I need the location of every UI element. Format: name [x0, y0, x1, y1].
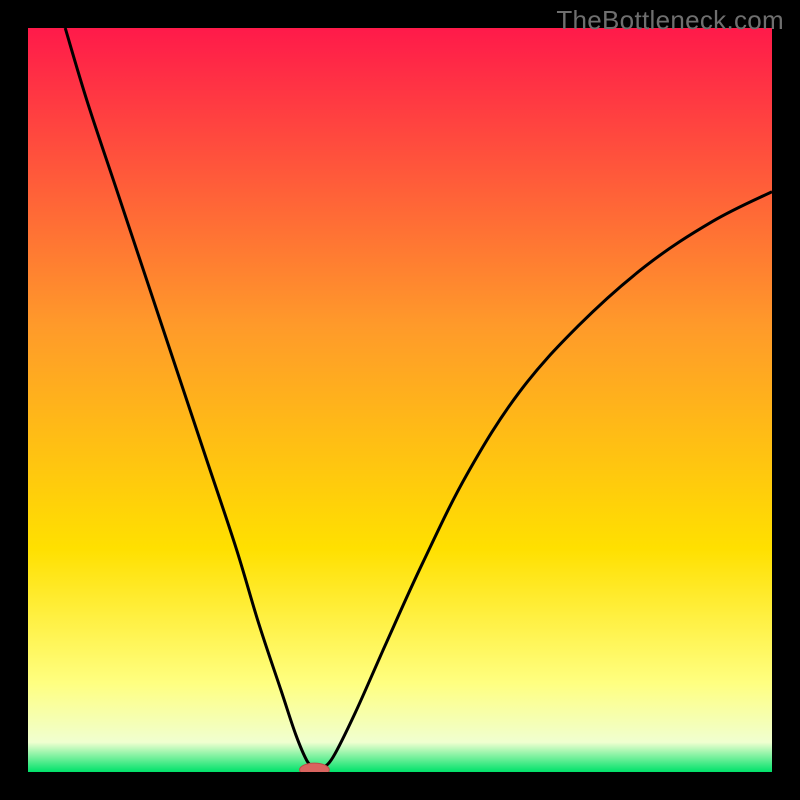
plot-area	[28, 28, 772, 772]
watermark-text: TheBottleneck.com	[556, 5, 784, 36]
chart-frame: TheBottleneck.com	[0, 0, 800, 800]
bottleneck-chart	[28, 28, 772, 772]
gradient-background	[28, 28, 772, 772]
